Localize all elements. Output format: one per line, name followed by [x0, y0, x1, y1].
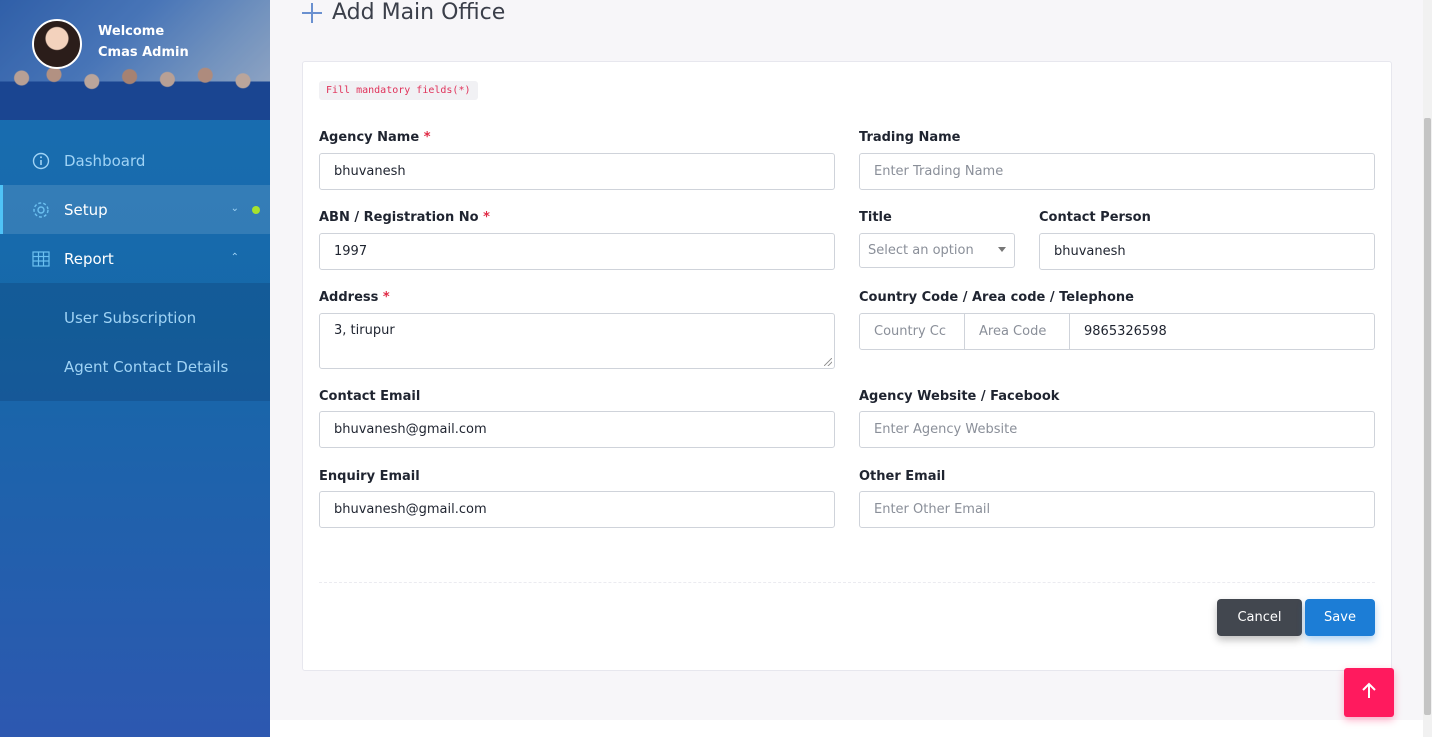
- agency-name-input[interactable]: bhuvanesh: [319, 153, 835, 190]
- address-value: 3, tirupur: [334, 323, 395, 338]
- contact-email-input[interactable]: bhuvanesh@gmail.com: [319, 411, 835, 448]
- title-label: Title: [859, 210, 892, 225]
- phone-input-group: Country Cc Area Code 9865326598: [859, 313, 1375, 350]
- area-code-input[interactable]: Area Code: [965, 314, 1070, 349]
- trading-name-input[interactable]: Enter Trading Name: [859, 153, 1375, 190]
- main-content: Add Main Office Fill mandatory fields(*)…: [270, 0, 1423, 720]
- website-input[interactable]: Enter Agency Website: [859, 411, 1375, 448]
- mandatory-note: Fill mandatory fields(*): [319, 81, 478, 100]
- agency-name-label: Agency Name *: [319, 130, 431, 145]
- sidebar-item-label: Report: [64, 249, 114, 268]
- sidebar-item-setup[interactable]: Setup ⌄: [0, 185, 270, 234]
- required-mark: *: [423, 130, 431, 145]
- telephone-input[interactable]: 9865326598: [1070, 314, 1374, 349]
- title-select-value: Select an option: [868, 243, 974, 258]
- enquiry-email-label: Enquiry Email: [319, 469, 420, 484]
- save-button[interactable]: Save: [1305, 599, 1375, 636]
- abn-label: ABN / Registration No *: [319, 210, 490, 225]
- sidebar-subitem-user-subscription[interactable]: User Subscription: [0, 293, 270, 342]
- page-title: Add Main Office: [302, 0, 505, 25]
- sidebar: Welcome Cmas Admin Dashboard Setup ⌄ Rep…: [0, 0, 270, 737]
- trading-name-label: Trading Name: [859, 130, 961, 145]
- gear-icon: [32, 201, 50, 219]
- sidebar-item-label: Setup: [64, 200, 108, 219]
- scroll-to-top-button[interactable]: [1344, 668, 1394, 717]
- other-email-input[interactable]: Enter Other Email: [859, 491, 1375, 528]
- phone-label: Country Code / Area code / Telephone: [859, 290, 1134, 305]
- sidebar-nav: Dashboard Setup ⌄ Report ⌃: [0, 136, 270, 283]
- contact-person-label: Contact Person: [1039, 210, 1151, 225]
- contact-email-label: Contact Email: [319, 389, 421, 404]
- resize-handle-icon[interactable]: [824, 358, 832, 366]
- avatar[interactable]: [32, 19, 82, 69]
- website-label: Agency Website / Facebook: [859, 389, 1060, 404]
- other-email-label: Other Email: [859, 469, 946, 484]
- sidebar-item-label: Dashboard: [64, 151, 146, 170]
- caret-down-icon: [998, 247, 1006, 252]
- sidebar-item-report[interactable]: Report ⌃: [0, 234, 270, 283]
- country-code-input[interactable]: Country Cc: [860, 314, 965, 349]
- required-mark: *: [382, 290, 390, 305]
- report-submenu: User Subscription Agent Contact Details: [0, 283, 270, 401]
- address-label: Address *: [319, 290, 390, 305]
- cancel-button[interactable]: Cancel: [1217, 599, 1302, 636]
- contact-person-input[interactable]: bhuvanesh: [1039, 233, 1375, 270]
- vertical-scrollbar[interactable]: [1423, 0, 1432, 737]
- scrollbar-thumb[interactable]: [1424, 118, 1431, 715]
- chevron-down-icon: ⌄: [230, 203, 239, 214]
- form-divider: [319, 582, 1375, 583]
- welcome-username: Cmas Admin: [98, 45, 189, 60]
- sidebar-item-dashboard[interactable]: Dashboard: [0, 136, 270, 185]
- form-card: Fill mandatory fields(*) Agency Name * b…: [302, 61, 1392, 671]
- page-title-text: Add Main Office: [332, 0, 506, 25]
- abn-input[interactable]: 1997: [319, 233, 835, 270]
- welcome-text: Welcome Cmas Admin: [98, 21, 189, 63]
- welcome-greeting: Welcome: [98, 24, 165, 39]
- grid-icon: [32, 250, 50, 268]
- chevron-up-icon: ⌃: [230, 252, 239, 263]
- plus-icon: [302, 2, 322, 23]
- address-textarea[interactable]: 3, tirupur: [319, 313, 835, 369]
- active-indicator-dot: [252, 206, 260, 214]
- required-mark: *: [483, 210, 490, 225]
- enquiry-email-input[interactable]: bhuvanesh@gmail.com: [319, 491, 835, 528]
- title-select[interactable]: Select an option: [859, 233, 1015, 268]
- profile-header: Welcome Cmas Admin: [0, 0, 270, 120]
- arrow-up-icon: [1359, 681, 1379, 705]
- info-icon: [32, 152, 50, 170]
- sidebar-subitem-agent-contact-details[interactable]: Agent Contact Details: [0, 342, 270, 391]
